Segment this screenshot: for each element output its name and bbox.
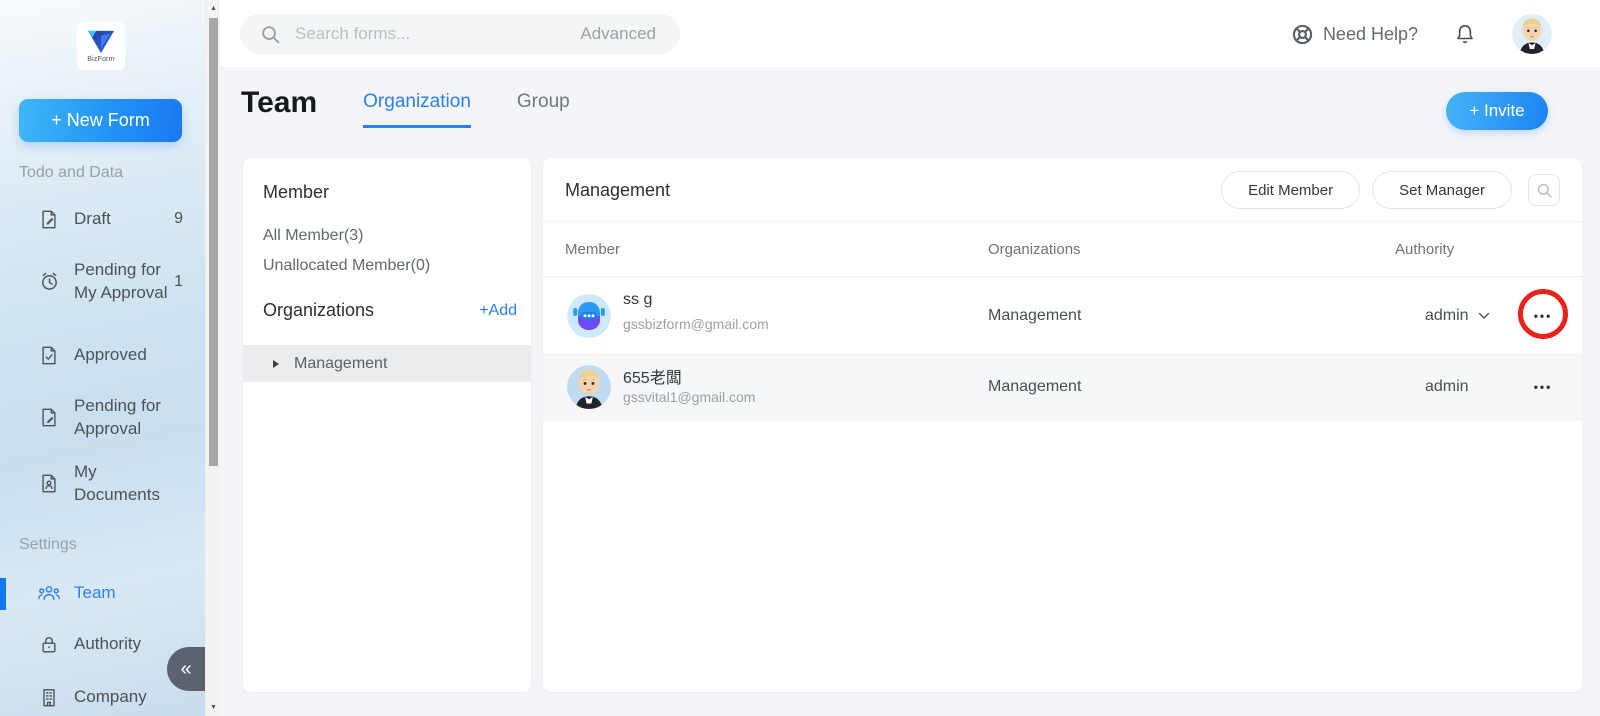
- app-screen: BizForm + New Form Todo and Data Draft 9…: [0, 0, 1600, 716]
- table-header: Member Organizations Authority: [543, 222, 1582, 277]
- add-organization-button[interactable]: +Add: [479, 302, 517, 320]
- logo-wordmark: BizForm: [87, 56, 114, 63]
- team-icon: [38, 582, 60, 604]
- scrollbar-thumb[interactable]: [209, 18, 218, 466]
- sidebar-item-label: Company: [74, 686, 180, 709]
- my-documents-icon: [38, 473, 60, 495]
- panel-actions: Edit Member Set Manager: [1221, 171, 1560, 209]
- authority-value: admin: [1425, 378, 1469, 396]
- active-indicator-bar: [0, 578, 6, 610]
- bizform-logo-icon: [85, 29, 117, 55]
- app-logo[interactable]: BizForm: [77, 22, 125, 70]
- sidebar-item-label: Authority: [74, 633, 180, 656]
- sidebar-scrollbar[interactable]: ▲ ▼: [205, 0, 220, 716]
- page-header: Team Organization Group: [241, 86, 570, 128]
- search-icon: [1536, 182, 1553, 199]
- member-email: gssbizform@gmail.com: [623, 316, 769, 332]
- main-area: Advanced Need Help?: [220, 0, 1600, 716]
- topbar: Advanced Need Help?: [220, 0, 1600, 68]
- management-panel-title: Management: [565, 180, 670, 201]
- edit-member-button[interactable]: Edit Member: [1221, 171, 1360, 209]
- lock-icon: [38, 633, 60, 655]
- sidebar-item-label: Approved: [74, 344, 180, 367]
- member-organization: Management: [988, 378, 1081, 396]
- search-input[interactable]: [295, 24, 566, 44]
- column-header-organizations: Organizations: [988, 241, 1081, 258]
- sidebar-item-approved[interactable]: Approved: [0, 344, 205, 367]
- draft-count-badge: 9: [174, 210, 183, 228]
- sidebar-item-pending-for-approval[interactable]: Pending for Approval: [0, 395, 205, 441]
- tab-organization[interactable]: Organization: [363, 91, 471, 128]
- pending-my-approval-count-badge: 1: [174, 273, 183, 291]
- sidebar-item-label: My Documents: [74, 461, 180, 507]
- page-title: Team: [241, 86, 317, 128]
- sidebar-item-label: Team: [74, 582, 180, 605]
- search-bar[interactable]: Advanced: [240, 14, 680, 54]
- member-organization: Management: [988, 307, 1081, 325]
- need-help-button[interactable]: Need Help?: [1291, 23, 1418, 46]
- organizations-heading: Organizations: [263, 300, 374, 321]
- member-avatar: [567, 365, 611, 409]
- sidebar-item-label: Pending for My Approval: [74, 259, 174, 305]
- scrollbar-up-arrow[interactable]: ▲: [206, 1, 221, 16]
- authority-dropdown[interactable]: admin: [1425, 307, 1490, 325]
- user-avatar[interactable]: [1512, 14, 1552, 54]
- tab-group[interactable]: Group: [517, 91, 570, 128]
- sidebar-item-company[interactable]: Company: [0, 686, 205, 709]
- member-search-button[interactable]: [1528, 174, 1560, 206]
- draft-icon: [38, 208, 60, 230]
- more-actions-button[interactable]: •••: [1530, 303, 1557, 329]
- sidebar: BizForm + New Form Todo and Data Draft 9…: [0, 0, 205, 716]
- unallocated-member-link[interactable]: Unallocated Member(0): [263, 257, 430, 275]
- column-header-authority: Authority: [1395, 241, 1454, 258]
- member-email: gssvital1@gmail.com: [623, 389, 755, 405]
- section-label-settings: Settings: [19, 536, 77, 554]
- management-panel: Management Edit Member Set Manager Membe…: [543, 158, 1582, 692]
- more-actions-button[interactable]: •••: [1530, 374, 1557, 400]
- member-panel: Member All Member(3) Unallocated Member(…: [243, 158, 531, 692]
- help-lifebuoy-icon: [1291, 23, 1314, 46]
- sidebar-item-label: Draft: [74, 208, 174, 231]
- table-row[interactable]: ss g gssbizform@gmail.com Management adm…: [543, 278, 1582, 353]
- authority-value: admin: [1425, 307, 1469, 325]
- tree-expand-caret-icon[interactable]: [273, 360, 279, 368]
- member-table-rows: ss g gssbizform@gmail.com Management adm…: [543, 278, 1582, 421]
- org-tree-label: Management: [294, 355, 387, 373]
- column-header-member: Member: [565, 241, 620, 258]
- invite-button[interactable]: + Invite: [1446, 92, 1548, 130]
- org-tree-item-management[interactable]: Management: [243, 345, 531, 382]
- set-manager-button[interactable]: Set Manager: [1372, 171, 1512, 209]
- sidebar-item-draft[interactable]: Draft 9: [0, 208, 205, 231]
- company-icon: [38, 686, 60, 708]
- table-row[interactable]: 655老闆 gssvital1@gmail.com Management adm…: [543, 353, 1582, 421]
- scrollbar-down-arrow[interactable]: ▼: [206, 700, 221, 715]
- pending-doc-icon: [38, 407, 60, 429]
- new-form-button[interactable]: + New Form: [19, 99, 182, 142]
- need-help-label: Need Help?: [1323, 24, 1418, 45]
- member-heading: Member: [263, 182, 329, 203]
- member-avatar: [567, 294, 611, 338]
- chevron-down-icon: [1478, 312, 1490, 320]
- sidebar-collapse-button[interactable]: «: [167, 647, 205, 691]
- all-member-link[interactable]: All Member(3): [263, 227, 363, 245]
- section-label-todo: Todo and Data: [19, 164, 123, 182]
- authority-value-cell[interactable]: admin: [1425, 378, 1469, 396]
- member-name: 655老闆: [623, 364, 682, 388]
- topbar-right-cluster: Need Help?: [1291, 0, 1552, 68]
- sidebar-item-label: Pending for Approval: [74, 395, 180, 441]
- approved-doc-icon: [38, 344, 60, 366]
- member-name: ss g: [623, 291, 652, 309]
- alarm-icon: [38, 271, 60, 293]
- sidebar-item-team[interactable]: Team: [0, 582, 205, 605]
- advanced-search-link[interactable]: Advanced: [580, 24, 656, 44]
- notifications-bell-icon[interactable]: [1454, 23, 1476, 46]
- search-icon: [260, 24, 281, 45]
- management-panel-header: Management Edit Member Set Manager: [543, 158, 1582, 222]
- sidebar-item-my-documents[interactable]: My Documents: [0, 461, 205, 507]
- sidebar-item-pending-for-my-approval[interactable]: Pending for My Approval 1: [0, 259, 205, 305]
